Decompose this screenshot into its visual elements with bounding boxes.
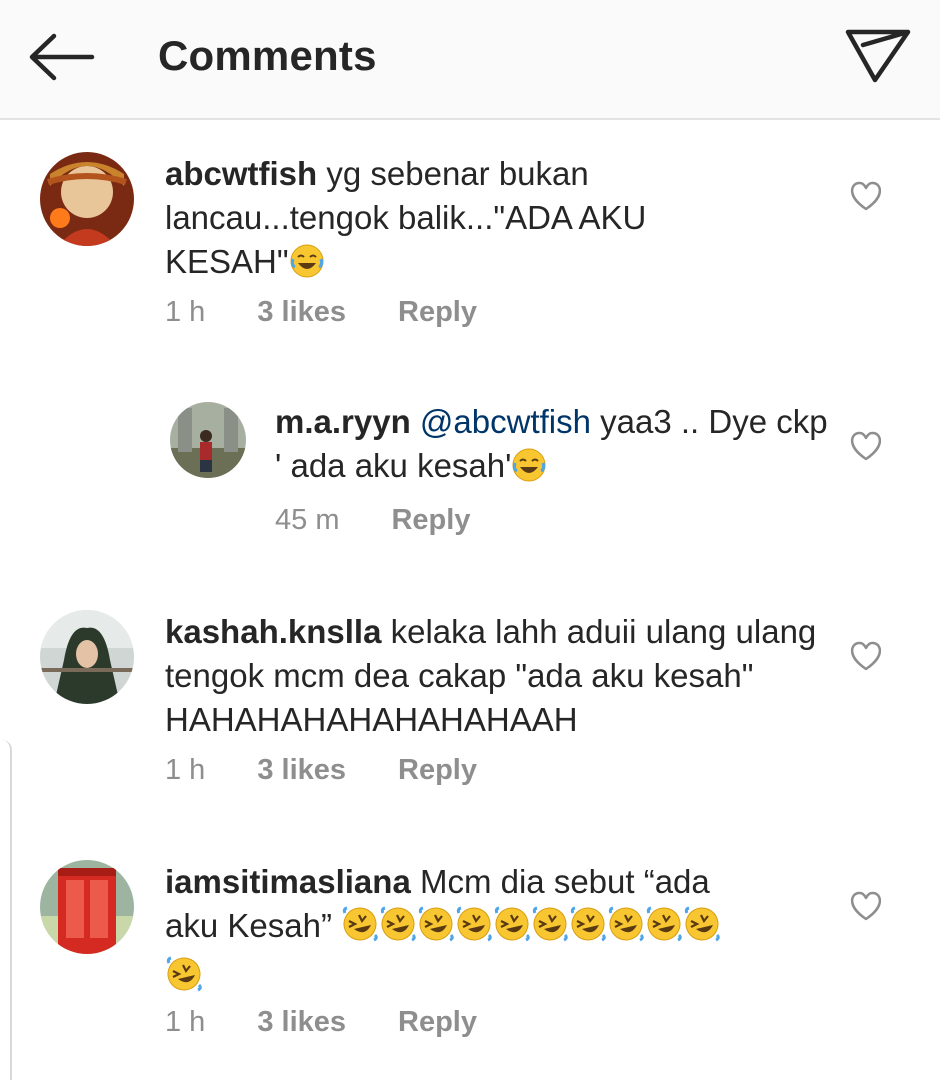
reply-button[interactable]: Reply [398, 754, 477, 787]
comment-meta: 1 h 3 likes Reply [165, 1006, 477, 1039]
avatar[interactable] [40, 860, 134, 954]
comment-username[interactable]: iamsitimasliana [165, 863, 411, 900]
comment-item: iamsitimasliana Mcm dia sebut “ada aku K… [0, 858, 940, 1058]
rolling-laughing-emoji [455, 905, 493, 954]
heart-icon[interactable] [849, 430, 883, 462]
comment-time: 1 h [165, 296, 206, 328]
avatar[interactable] [170, 402, 246, 478]
heart-icon[interactable] [849, 640, 883, 672]
rolling-laughing-emoji [683, 905, 721, 954]
heart-icon[interactable] [849, 180, 883, 212]
rolling-laughing-emoji [493, 905, 531, 954]
comment-username[interactable]: kashah.knslla [165, 613, 381, 650]
comment-text: iamsitimasliana Mcm dia sebut “ada aku K… [165, 860, 725, 1004]
comment-meta: 1 h 3 likes Reply [165, 296, 477, 329]
comments-header: Comments [0, 0, 940, 120]
share-button[interactable] [838, 22, 918, 92]
mention-link[interactable]: @abcwtfish [420, 403, 591, 440]
comment-time: 1 h [165, 1006, 206, 1038]
arrow-left-icon [29, 33, 95, 81]
rolling-laughing-emoji [165, 955, 203, 1004]
reply-button[interactable]: Reply [398, 1006, 477, 1039]
paper-plane-icon [845, 29, 911, 83]
back-button[interactable] [22, 22, 102, 92]
page-title: Comments [158, 32, 377, 79]
comment-time: 1 h [165, 754, 206, 786]
reply-item: m.a.ryyn @abcwtfish yaa3 .. Dye ckp ' ad… [0, 400, 940, 550]
rolling-laughing-emoji [569, 905, 607, 954]
rolling-laughing-emoji [531, 905, 569, 954]
rolling-laughing-emoji [645, 905, 683, 954]
comment-item: kashah.knslla kelaka lahh aduii ulang ul… [0, 608, 940, 798]
rolling-laughing-emoji [417, 905, 455, 954]
heart-icon[interactable] [849, 890, 883, 922]
rolling-laughing-emoji [607, 905, 645, 954]
comment-meta: 45 m Reply [275, 504, 470, 537]
edge-handle [0, 740, 12, 1080]
comment-text: abcwtfish yg sebenar bukan lancau...teng… [165, 152, 725, 290]
comment-text: kashah.knslla kelaka lahh aduii ulang ul… [165, 610, 825, 742]
likes-count[interactable]: 3 likes [257, 754, 346, 787]
comment-time: 45 m [275, 504, 340, 536]
likes-count[interactable]: 3 likes [257, 296, 346, 329]
avatar[interactable] [40, 152, 134, 246]
rolling-laughing-emoji [341, 905, 379, 954]
comment-meta: 1 h 3 likes Reply [165, 754, 477, 787]
reply-button[interactable]: Reply [391, 504, 470, 537]
comment-username[interactable]: abcwtfish [165, 155, 317, 192]
tears-of-joy-emoji [511, 447, 547, 494]
avatar[interactable] [40, 610, 134, 704]
comment-text: m.a.ryyn @abcwtfish yaa3 .. Dye ckp ' ad… [275, 400, 835, 494]
comment-username[interactable]: m.a.ryyn [275, 403, 411, 440]
tears-of-joy-emoji [289, 243, 325, 290]
reply-button[interactable]: Reply [398, 296, 477, 329]
rolling-laughing-emoji [379, 905, 417, 954]
comment-item: abcwtfish yg sebenar bukan lancau...teng… [0, 150, 940, 340]
likes-count[interactable]: 3 likes [257, 1006, 346, 1039]
